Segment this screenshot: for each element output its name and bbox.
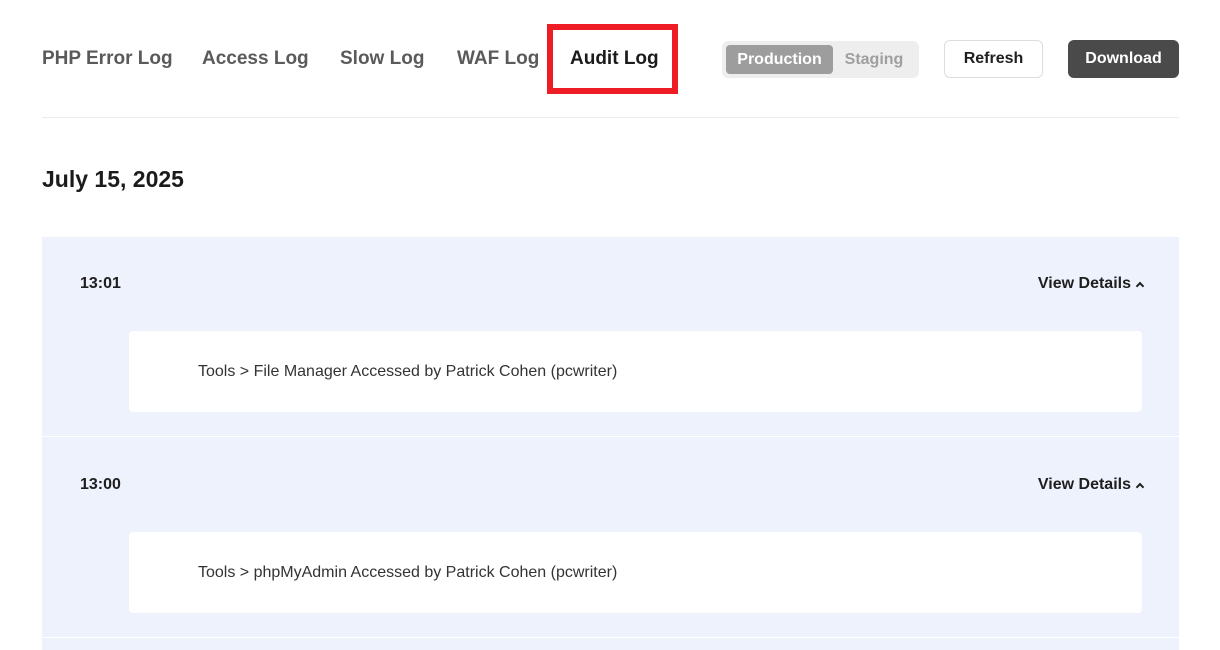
environment-toggle: Production Staging xyxy=(722,41,919,78)
view-details-toggle[interactable]: View Details xyxy=(1037,275,1145,293)
view-details-toggle[interactable]: View Details xyxy=(1037,476,1145,494)
tab-audit-log[interactable]: Audit Log xyxy=(570,24,659,94)
log-entry-details: Tools > File Manager Accessed by Patrick… xyxy=(129,331,1142,412)
log-entry: 13:00 View Details Tools > phpMyAdmin Ac… xyxy=(42,438,1179,638)
env-staging-option[interactable]: Staging xyxy=(833,45,915,74)
log-entry-time: 13:00 xyxy=(80,476,121,493)
chevron-up-icon xyxy=(1135,482,1145,492)
log-date-heading: July 15, 2025 xyxy=(42,166,184,192)
log-tabs-bar: PHP Error Log Access Log Slow Log WAF Lo… xyxy=(42,24,1179,94)
log-entry: 13:01 View Details Tools > File Manager … xyxy=(42,237,1179,437)
env-production-option[interactable]: Production xyxy=(726,45,833,74)
header-divider xyxy=(42,117,1179,118)
download-button[interactable]: Download xyxy=(1068,40,1179,78)
refresh-button[interactable]: Refresh xyxy=(944,40,1043,78)
audit-log-list: 13:01 View Details Tools > File Manager … xyxy=(42,237,1179,650)
log-entry-details: Tools > phpMyAdmin Accessed by Patrick C… xyxy=(129,532,1142,613)
view-details-label: View Details xyxy=(1037,275,1131,292)
tab-slow-log[interactable]: Slow Log xyxy=(340,24,424,94)
chevron-up-icon xyxy=(1135,281,1145,291)
audit-log-page: PHP Error Log Access Log Slow Log WAF Lo… xyxy=(0,0,1220,650)
tab-php-error-log[interactable]: PHP Error Log xyxy=(42,24,173,94)
tab-waf-log[interactable]: WAF Log xyxy=(457,24,539,94)
view-details-label: View Details xyxy=(1037,476,1131,493)
tab-access-log[interactable]: Access Log xyxy=(202,24,309,94)
log-entry-message: Tools > phpMyAdmin Accessed by Patrick C… xyxy=(198,563,618,581)
log-entry-time: 13:01 xyxy=(80,275,121,292)
log-entry-message: Tools > File Manager Accessed by Patrick… xyxy=(198,362,618,380)
